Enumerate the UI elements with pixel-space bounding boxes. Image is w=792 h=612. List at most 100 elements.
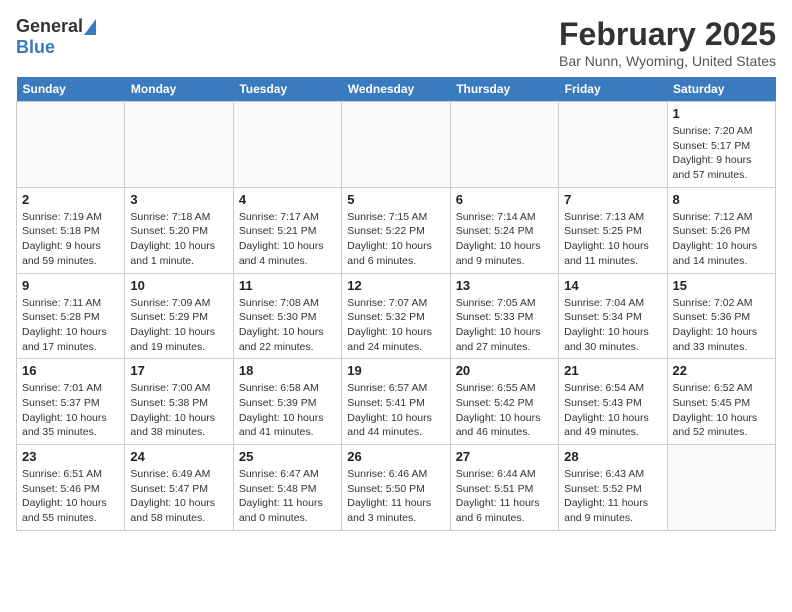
- day-info: Sunrise: 6:43 AM Sunset: 5:52 PM Dayligh…: [564, 467, 661, 526]
- day-info: Sunrise: 6:47 AM Sunset: 5:48 PM Dayligh…: [239, 467, 336, 526]
- calendar-day-cell: 20 Sunrise: 6:55 AM Sunset: 5:42 PM Dayli…: [450, 359, 558, 445]
- logo: General Blue: [16, 16, 96, 58]
- day-info: Sunrise: 6:49 AM Sunset: 5:47 PM Dayligh…: [130, 467, 227, 526]
- day-info: Sunrise: 7:05 AM Sunset: 5:33 PM Dayligh…: [456, 296, 553, 355]
- calendar-day-cell: 9 Sunrise: 7:11 AM Sunset: 5:28 PM Daylig…: [17, 273, 125, 359]
- day-info: Sunrise: 7:11 AM Sunset: 5:28 PM Dayligh…: [22, 296, 119, 355]
- calendar-day-cell: 19Sunrise: 6:57 AM Sunset: 5:41 PM Dayli…: [342, 359, 450, 445]
- header-day-saturday: Saturday: [667, 77, 775, 102]
- day-number: 28: [564, 449, 661, 464]
- day-number: 19: [347, 363, 444, 378]
- calendar-day-cell: 21 Sunrise: 6:54 AM Sunset: 5:43 PM Dayli…: [559, 359, 667, 445]
- location-title: Bar Nunn, Wyoming, United States: [559, 53, 776, 69]
- calendar-day-cell: [342, 102, 450, 188]
- day-number: 17: [130, 363, 227, 378]
- day-info: Sunrise: 6:55 AM Sunset: 5:42 PM Dayligh…: [456, 381, 553, 440]
- calendar-day-cell: 4 Sunrise: 7:17 AM Sunset: 5:21 PM Daylig…: [233, 187, 341, 273]
- day-info: Sunrise: 7:14 AM Sunset: 5:24 PM Dayligh…: [456, 210, 553, 269]
- day-number: 3: [130, 192, 227, 207]
- calendar-day-cell: 25 Sunrise: 6:47 AM Sunset: 5:48 PM Dayli…: [233, 445, 341, 531]
- day-number: 21: [564, 363, 661, 378]
- day-number: 8: [673, 192, 770, 207]
- day-number: 23: [22, 449, 119, 464]
- day-number: 2: [22, 192, 119, 207]
- calendar-table: SundayMondayTuesdayWednesdayThursdayFrid…: [16, 77, 776, 531]
- calendar-day-cell: 27 Sunrise: 6:44 AM Sunset: 5:51 PM Dayli…: [450, 445, 558, 531]
- calendar-day-cell: 24 Sunrise: 6:49 AM Sunset: 5:47 PM Dayli…: [125, 445, 233, 531]
- calendar-week-row: 1 Sunrise: 7:20 AM Sunset: 5:17 PM Daylig…: [17, 102, 776, 188]
- calendar-day-cell: 23 Sunrise: 6:51 AM Sunset: 5:46 PM Dayli…: [17, 445, 125, 531]
- logo-general-text: General: [16, 16, 83, 37]
- title-area: February 2025 Bar Nunn, Wyoming, United …: [559, 16, 776, 69]
- day-number: 18: [239, 363, 336, 378]
- day-info: Sunrise: 6:46 AM Sunset: 5:50 PM Dayligh…: [347, 467, 444, 526]
- day-number: 11: [239, 278, 336, 293]
- day-info: Sunrise: 7:20 AM Sunset: 5:17 PM Dayligh…: [673, 124, 770, 183]
- calendar-day-cell: [667, 445, 775, 531]
- header-day-sunday: Sunday: [17, 77, 125, 102]
- header-day-tuesday: Tuesday: [233, 77, 341, 102]
- logo-blue-text: Blue: [16, 37, 55, 58]
- calendar-day-cell: 13 Sunrise: 7:05 AM Sunset: 5:33 PM Dayli…: [450, 273, 558, 359]
- day-info: Sunrise: 6:44 AM Sunset: 5:51 PM Dayligh…: [456, 467, 553, 526]
- header-day-friday: Friday: [559, 77, 667, 102]
- calendar-day-cell: [450, 102, 558, 188]
- day-info: Sunrise: 7:12 AM Sunset: 5:26 PM Dayligh…: [673, 210, 770, 269]
- day-number: 15: [673, 278, 770, 293]
- day-info: Sunrise: 7:17 AM Sunset: 5:21 PM Dayligh…: [239, 210, 336, 269]
- calendar-header-row: SundayMondayTuesdayWednesdayThursdayFrid…: [17, 77, 776, 102]
- calendar-week-row: 23 Sunrise: 6:51 AM Sunset: 5:46 PM Dayli…: [17, 445, 776, 531]
- calendar-day-cell: 15 Sunrise: 7:02 AM Sunset: 5:36 PM Dayli…: [667, 273, 775, 359]
- day-number: 5: [347, 192, 444, 207]
- calendar-day-cell: 14 Sunrise: 7:04 AM Sunset: 5:34 PM Dayli…: [559, 273, 667, 359]
- calendar-day-cell: 3 Sunrise: 7:18 AM Sunset: 5:20 PM Daylig…: [125, 187, 233, 273]
- month-title: February 2025: [559, 16, 776, 53]
- logo-triangle-icon: [84, 19, 96, 35]
- calendar-day-cell: 18 Sunrise: 6:58 AM Sunset: 5:39 PM Dayli…: [233, 359, 341, 445]
- day-number: 22: [673, 363, 770, 378]
- header-day-thursday: Thursday: [450, 77, 558, 102]
- calendar-day-cell: 2 Sunrise: 7:19 AM Sunset: 5:18 PM Daylig…: [17, 187, 125, 273]
- calendar-day-cell: 16 Sunrise: 7:01 AM Sunset: 5:37 PM Dayli…: [17, 359, 125, 445]
- day-info: Sunrise: 7:07 AM Sunset: 5:32 PM Dayligh…: [347, 296, 444, 355]
- header: General Blue February 2025 Bar Nunn, Wyo…: [16, 16, 776, 69]
- day-number: 10: [130, 278, 227, 293]
- calendar-day-cell: [233, 102, 341, 188]
- day-info: Sunrise: 7:00 AM Sunset: 5:38 PM Dayligh…: [130, 381, 227, 440]
- day-number: 12: [347, 278, 444, 293]
- day-number: 24: [130, 449, 227, 464]
- calendar-day-cell: 5 Sunrise: 7:15 AM Sunset: 5:22 PM Daylig…: [342, 187, 450, 273]
- day-number: 6: [456, 192, 553, 207]
- calendar-day-cell: 28 Sunrise: 6:43 AM Sunset: 5:52 PM Dayli…: [559, 445, 667, 531]
- day-number: 4: [239, 192, 336, 207]
- calendar-week-row: 16 Sunrise: 7:01 AM Sunset: 5:37 PM Dayli…: [17, 359, 776, 445]
- calendar-day-cell: 8 Sunrise: 7:12 AM Sunset: 5:26 PM Daylig…: [667, 187, 775, 273]
- day-number: 20: [456, 363, 553, 378]
- calendar-day-cell: 26Sunrise: 6:46 AM Sunset: 5:50 PM Dayli…: [342, 445, 450, 531]
- calendar-day-cell: 22 Sunrise: 6:52 AM Sunset: 5:45 PM Dayli…: [667, 359, 775, 445]
- day-info: Sunrise: 6:54 AM Sunset: 5:43 PM Dayligh…: [564, 381, 661, 440]
- day-info: Sunrise: 7:01 AM Sunset: 5:37 PM Dayligh…: [22, 381, 119, 440]
- day-number: 9: [22, 278, 119, 293]
- day-number: 1: [673, 106, 770, 121]
- day-info: Sunrise: 6:51 AM Sunset: 5:46 PM Dayligh…: [22, 467, 119, 526]
- day-number: 27: [456, 449, 553, 464]
- day-number: 7: [564, 192, 661, 207]
- day-info: Sunrise: 7:19 AM Sunset: 5:18 PM Dayligh…: [22, 210, 119, 269]
- day-info: Sunrise: 6:58 AM Sunset: 5:39 PM Dayligh…: [239, 381, 336, 440]
- day-number: 25: [239, 449, 336, 464]
- day-info: Sunrise: 7:15 AM Sunset: 5:22 PM Dayligh…: [347, 210, 444, 269]
- day-info: Sunrise: 7:18 AM Sunset: 5:20 PM Dayligh…: [130, 210, 227, 269]
- calendar-day-cell: 10 Sunrise: 7:09 AM Sunset: 5:29 PM Dayli…: [125, 273, 233, 359]
- day-number: 14: [564, 278, 661, 293]
- day-info: Sunrise: 6:52 AM Sunset: 5:45 PM Dayligh…: [673, 381, 770, 440]
- day-info: Sunrise: 7:09 AM Sunset: 5:29 PM Dayligh…: [130, 296, 227, 355]
- day-number: 13: [456, 278, 553, 293]
- calendar-day-cell: 1 Sunrise: 7:20 AM Sunset: 5:17 PM Daylig…: [667, 102, 775, 188]
- calendar-day-cell: 12 Sunrise: 7:07 AM Sunset: 5:32 PM Dayli…: [342, 273, 450, 359]
- day-info: Sunrise: 7:02 AM Sunset: 5:36 PM Dayligh…: [673, 296, 770, 355]
- calendar-day-cell: 17 Sunrise: 7:00 AM Sunset: 5:38 PM Dayli…: [125, 359, 233, 445]
- day-number: 16: [22, 363, 119, 378]
- day-info: Sunrise: 7:04 AM Sunset: 5:34 PM Dayligh…: [564, 296, 661, 355]
- header-day-wednesday: Wednesday: [342, 77, 450, 102]
